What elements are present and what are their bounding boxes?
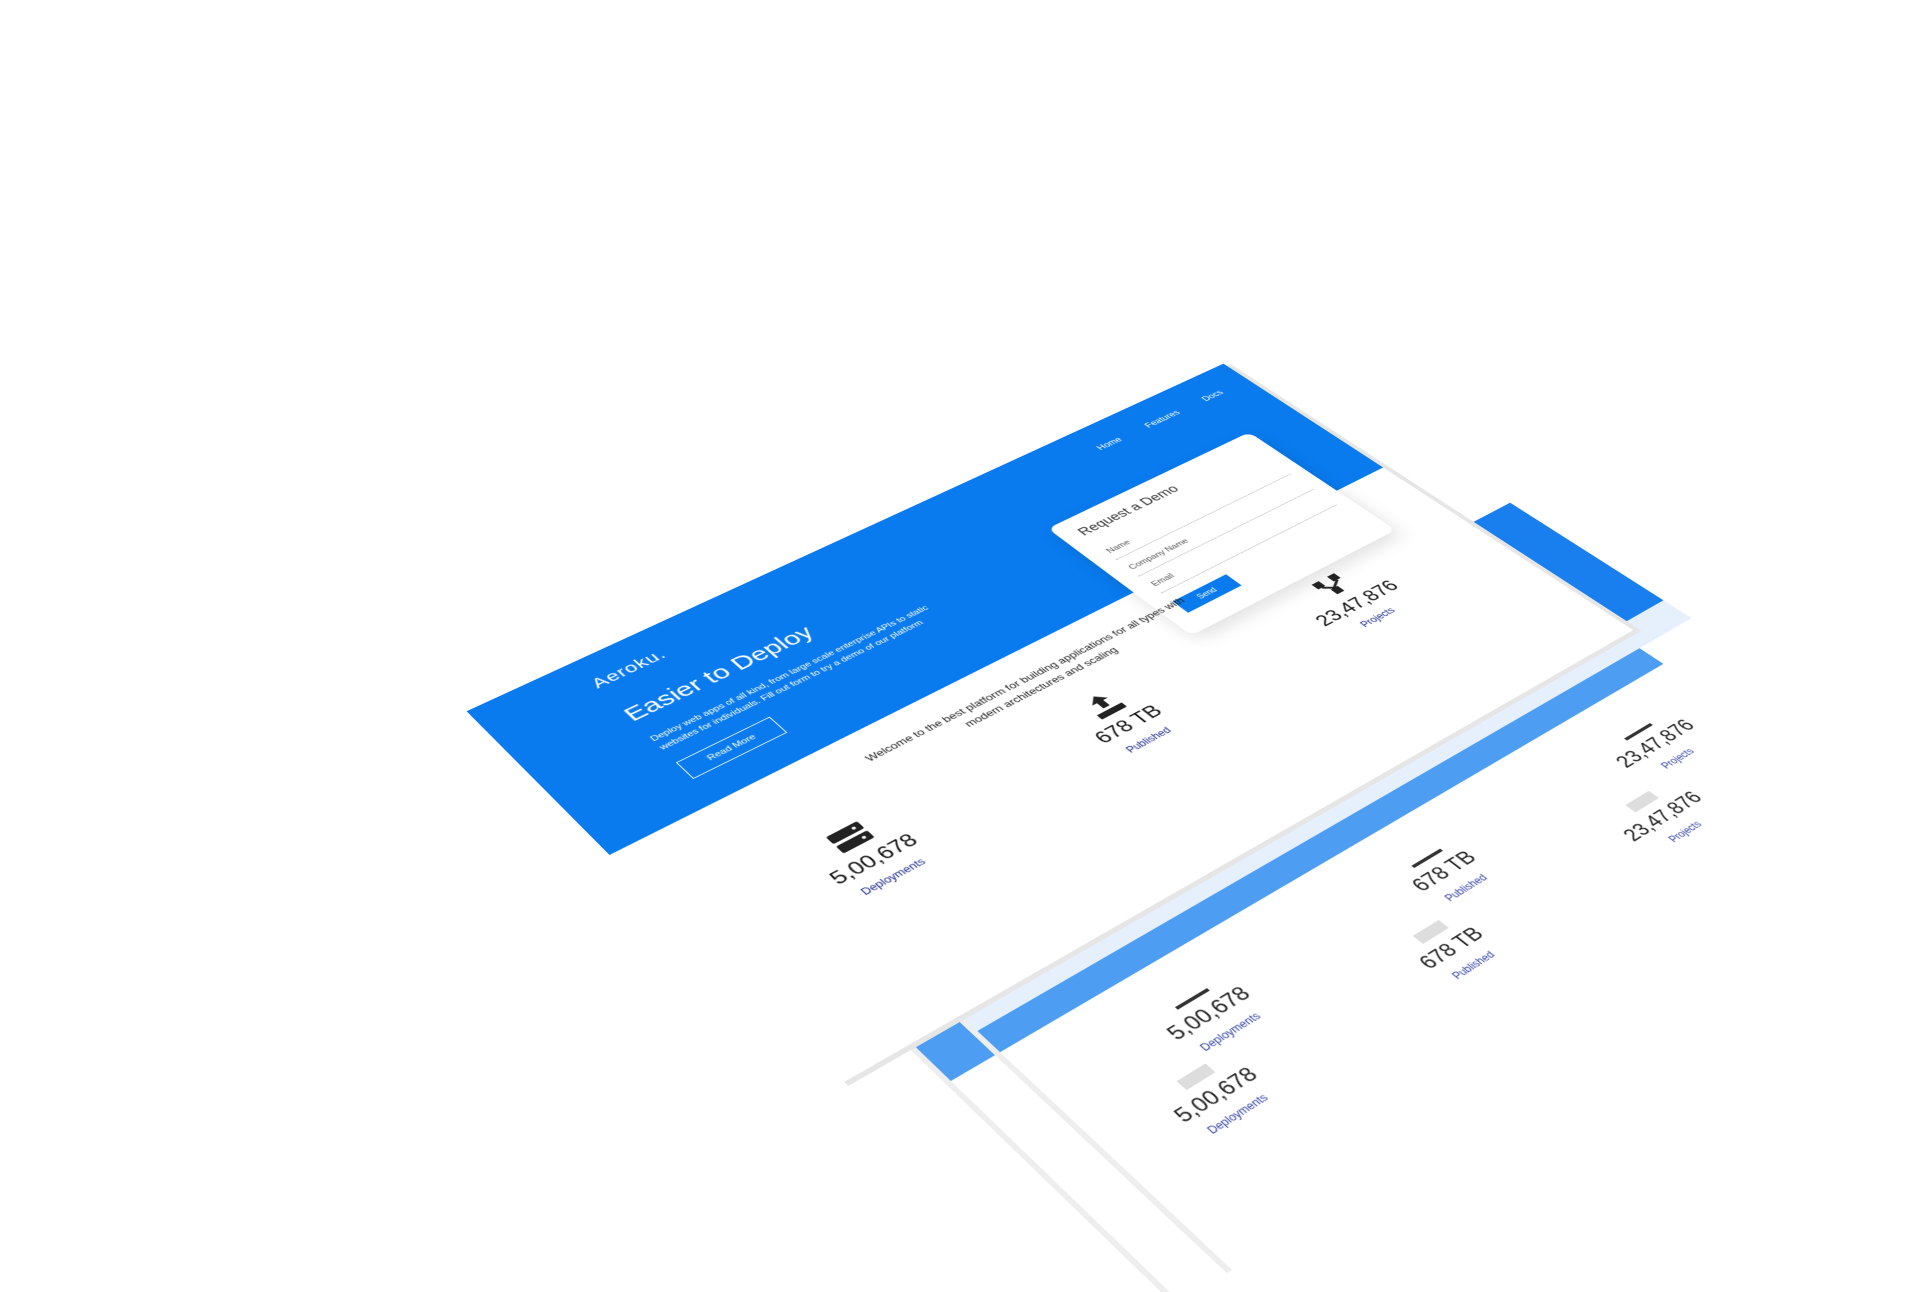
ghost-stat-value: 5,00,678 xyxy=(1110,953,1306,1077)
brand-logo[interactable]: Aeroku. xyxy=(587,646,671,692)
read-more-button[interactable]: Read More xyxy=(676,717,787,779)
ghost-stat: 23,47,876 Projects xyxy=(1565,689,1753,807)
stat-published: 678 TB Published xyxy=(1005,652,1237,791)
top-nav: Home Features Docs xyxy=(1094,389,1225,452)
server-icon xyxy=(822,818,879,857)
ghost-stat-value: 23,47,876 xyxy=(1573,695,1736,795)
stat-value: 678 TB xyxy=(1033,673,1223,778)
upload-icon xyxy=(1077,687,1132,722)
ghost-stat-label: Deployments xyxy=(1135,975,1322,1092)
nav-home-link[interactable]: Home xyxy=(1094,436,1124,452)
stat-label: Deployments xyxy=(791,822,992,933)
isometric-stage: 5,00,678 Deployments 678 TB Published 23… xyxy=(0,0,1920,1080)
ghost-stat: 678 TB Published xyxy=(1345,811,1549,941)
ghost-icon-bar xyxy=(1411,849,1443,868)
ghost-stat: 5,00,678 Deployments xyxy=(1101,946,1322,1091)
nav-features-link[interactable]: Features xyxy=(1142,409,1182,429)
hero-title: Easier to Deploy xyxy=(618,622,820,726)
ghost-icon-bar xyxy=(1175,988,1210,1010)
ghost-stat-value: 678 TB xyxy=(1354,817,1533,928)
nav-docs-link[interactable]: Docs xyxy=(1199,389,1225,403)
stat-value: 5,00,678 xyxy=(768,802,977,920)
hero-description: Deploy web apps of all kind, from large … xyxy=(647,595,959,753)
stat-label: Published xyxy=(1057,691,1238,790)
stat-deployments: 5,00,678 Deployments xyxy=(742,779,992,934)
ghost-stat-label: Published xyxy=(1380,836,1549,941)
